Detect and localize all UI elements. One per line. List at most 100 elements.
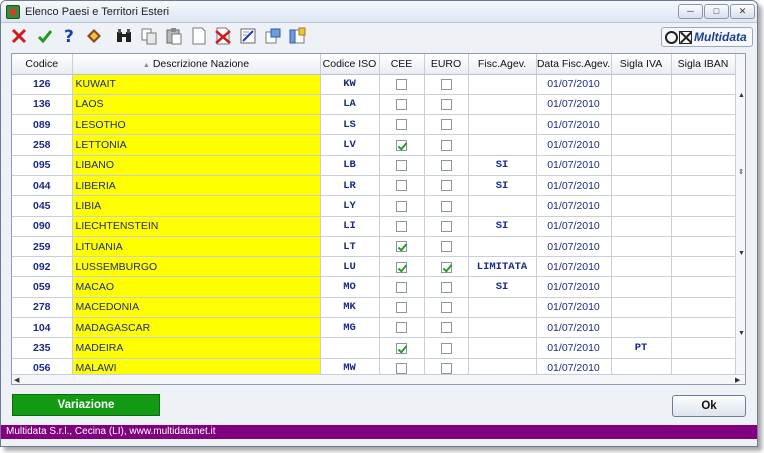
cell-euro[interactable] [424, 297, 469, 319]
cell-cee[interactable] [379, 114, 425, 136]
euro-checkbox[interactable] [440, 220, 452, 232]
cell-sigla-iva[interactable] [611, 94, 672, 116]
cell-euro[interactable] [424, 114, 469, 136]
new-page-icon[interactable] [189, 26, 209, 46]
table-row[interactable]: 045 LIBIA LY 01/07/2010 [12, 195, 736, 217]
cell-descrizione[interactable]: KUWAIT [72, 74, 321, 95]
cell-cee[interactable] [379, 276, 425, 298]
cell-sigla-iva[interactable] [611, 276, 672, 298]
cell-sigla-iban[interactable] [671, 337, 736, 359]
cell-descrizione[interactable]: LAOS [72, 94, 321, 116]
table-row[interactable]: 126 KUWAIT KW 01/07/2010 [12, 74, 736, 95]
cell-fisc-agev[interactable] [468, 236, 537, 258]
help-question-icon[interactable]: ? [59, 26, 79, 46]
column-header-codice[interactable]: Codice [12, 54, 73, 75]
cell-codice-iso[interactable]: MO [320, 276, 380, 298]
cell-euro[interactable] [424, 195, 469, 217]
cee-checkbox[interactable] [396, 180, 407, 192]
cell-cee[interactable] [379, 337, 425, 359]
cell-codice-iso[interactable]: LR [320, 175, 380, 197]
cell-codice[interactable]: 059 [12, 276, 73, 298]
scroll-down-page-icon[interactable]: ▼ [738, 250, 745, 257]
cell-sigla-iva[interactable]: PT [611, 337, 672, 359]
cell-codice-iso[interactable]: KW [320, 74, 380, 95]
cell-sigla-iva[interactable] [611, 134, 672, 156]
close-window-button[interactable]: ✕ [730, 4, 755, 19]
cell-data-fisc-agev[interactable]: 01/07/2010 [536, 236, 612, 258]
binoculars-search-icon[interactable] [114, 26, 134, 46]
cee-checkbox[interactable] [396, 119, 407, 131]
cell-sigla-iva[interactable] [611, 256, 672, 278]
cell-codice[interactable]: 089 [12, 114, 73, 136]
cell-euro[interactable] [424, 216, 469, 237]
cee-checkbox[interactable] [396, 322, 407, 334]
cell-descrizione[interactable]: LITUANIA [72, 236, 321, 258]
cell-euro[interactable] [424, 134, 469, 156]
cell-cee[interactable] [379, 155, 425, 176]
cee-checkbox[interactable] [396, 342, 407, 354]
euro-checkbox[interactable] [440, 342, 452, 354]
cell-sigla-iban[interactable] [671, 297, 736, 319]
euro-checkbox[interactable] [440, 78, 452, 90]
column-header-fisc-agev[interactable]: Fisc.Agev. [468, 54, 537, 75]
cell-fisc-agev[interactable] [468, 134, 537, 156]
cell-cee[interactable] [379, 297, 425, 319]
paste-page-icon[interactable] [164, 26, 184, 46]
cell-sigla-iban[interactable] [671, 114, 736, 136]
table-row[interactable]: 235 MADEIRA 01/07/2010 PT [12, 337, 736, 359]
cee-checkbox[interactable] [396, 160, 407, 172]
cell-sigla-iva[interactable] [611, 297, 672, 319]
scroll-page-icon[interactable]: ⇕ [738, 169, 744, 176]
euro-checkbox[interactable] [440, 119, 452, 131]
column-header-codice-iso[interactable]: Codice ISO [320, 54, 380, 75]
cell-cee[interactable] [379, 195, 425, 217]
cell-euro[interactable] [424, 175, 469, 197]
cell-codice-iso[interactable]: LV [320, 134, 380, 156]
cell-codice[interactable]: 258 [12, 134, 73, 156]
euro-checkbox[interactable] [440, 160, 452, 172]
scroll-right-icon[interactable]: ▶ [735, 376, 740, 384]
euro-checkbox[interactable] [440, 302, 452, 314]
cell-euro[interactable] [424, 337, 469, 359]
cell-cee[interactable] [379, 74, 425, 95]
cell-euro[interactable] [424, 276, 469, 298]
horizontal-scrollbar[interactable]: ◀ ▶ [12, 374, 745, 384]
cell-cee[interactable] [379, 256, 425, 278]
cell-fisc-agev[interactable]: SI [468, 216, 537, 237]
cee-checkbox[interactable] [396, 363, 407, 375]
cell-data-fisc-agev[interactable]: 01/07/2010 [536, 74, 612, 95]
euro-checkbox[interactable] [440, 241, 452, 253]
cell-euro[interactable] [424, 155, 469, 176]
cell-data-fisc-agev[interactable]: 01/07/2010 [536, 195, 612, 217]
cell-data-fisc-agev[interactable]: 01/07/2010 [536, 134, 612, 156]
cell-fisc-agev[interactable] [468, 195, 537, 217]
cee-checkbox[interactable] [396, 281, 407, 293]
cell-sigla-iva[interactable] [611, 114, 672, 136]
cell-descrizione[interactable]: LETTONIA [72, 134, 321, 156]
vertical-scrollbar[interactable]: ▲ ⇕ ▼ ▼ [735, 54, 745, 374]
countries-grid[interactable]: Codice ▲ Descrizione Nazione Codice ISO C… [11, 53, 746, 385]
table-row[interactable]: 090 LIECHTENSTEIN LI SI 01/07/2010 [12, 216, 736, 237]
cell-codice[interactable]: 044 [12, 175, 73, 197]
cell-data-fisc-agev[interactable]: 01/07/2010 [536, 297, 612, 319]
cell-data-fisc-agev[interactable]: 01/07/2010 [536, 276, 612, 298]
column-header-descrizione[interactable]: ▲ Descrizione Nazione [72, 54, 321, 75]
table-row[interactable]: 104 MADAGASCAR MG 01/07/2010 [12, 317, 736, 339]
cee-checkbox[interactable] [396, 78, 407, 90]
cell-codice-iso[interactable]: LA [320, 94, 380, 116]
cell-fisc-agev[interactable]: SI [468, 155, 537, 176]
cell-cee[interactable] [379, 216, 425, 237]
cell-euro[interactable] [424, 94, 469, 116]
cell-descrizione[interactable]: MACEDONIA [72, 297, 321, 319]
cell-descrizione[interactable]: MADAGASCAR [72, 317, 321, 339]
copy-page-icon[interactable] [139, 26, 159, 46]
column-header-euro[interactable]: EURO [424, 54, 469, 75]
cell-sigla-iban[interactable] [671, 134, 736, 156]
cell-sigla-iban[interactable] [671, 216, 736, 237]
cell-codice[interactable]: 259 [12, 236, 73, 258]
table-row[interactable]: 278 MACEDONIA MK 01/07/2010 [12, 297, 736, 319]
table-row[interactable]: 044 LIBERIA LR SI 01/07/2010 [12, 175, 736, 197]
cell-euro[interactable] [424, 236, 469, 258]
export-icon[interactable] [263, 26, 283, 46]
cell-cee[interactable] [379, 175, 425, 197]
